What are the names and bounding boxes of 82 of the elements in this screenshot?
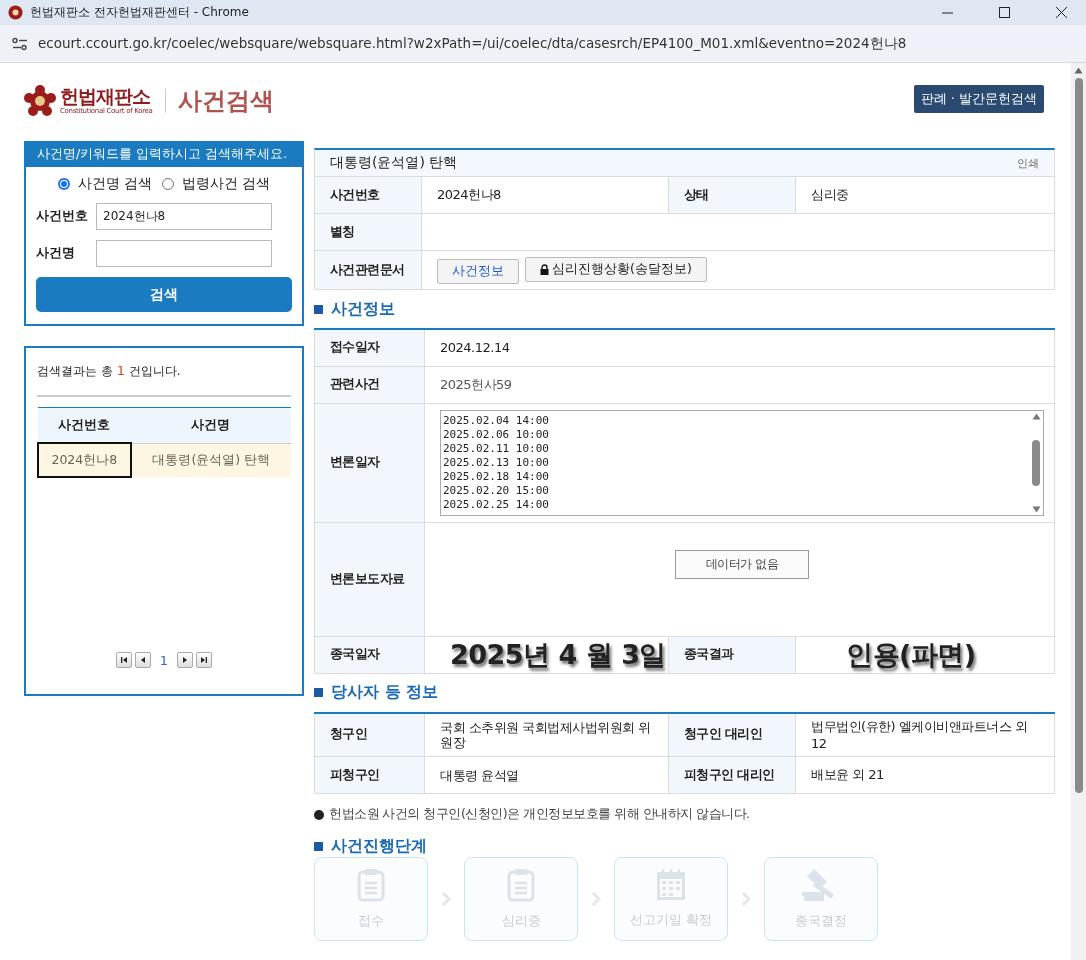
- hearing-date: 2025.02.18 14:00: [443, 469, 550, 484]
- first-page-icon[interactable]: [115, 652, 132, 668]
- case-number: 2024헌나8: [437, 187, 501, 202]
- no-data-notice: 데이터가 없음: [674, 549, 810, 579]
- search-mode-radio[interactable]: 법령사건 검색: [162, 175, 271, 193]
- document-button[interactable]: 사건정보: [437, 258, 519, 284]
- receipt-date: 2024.12.14: [440, 340, 510, 356]
- hearing-date: 2025.02.06 10:00: [443, 427, 550, 442]
- decision-result: 인용(파면): [846, 638, 976, 670]
- hearing-date: 2025.02.13 10:00: [443, 455, 550, 470]
- row-label: 사건번호: [314, 176, 422, 214]
- document-button[interactable]: 심리진행상황(송달정보): [525, 256, 707, 282]
- square-bullet-icon: [314, 688, 323, 697]
- row-label: 별칭: [314, 213, 422, 251]
- search-button[interactable]: 검색: [36, 277, 292, 312]
- lock-icon: [540, 263, 549, 275]
- chevron-right-icon: [591, 891, 601, 907]
- scrollbar-thumb[interactable]: [1032, 439, 1040, 486]
- case-title: 대통령(윤석열) 탄핵: [330, 154, 458, 172]
- precedent-search-button[interactable]: 판례 · 발간문헌검색: [913, 85, 1044, 113]
- clipboard-icon: [357, 868, 385, 902]
- result-cell[interactable]: 2024헌나8: [38, 443, 131, 477]
- privacy-note: 헌법소원 사건의 청구인(신청인)은 개인정보보호를 위해 안내하지 않습니다.: [329, 806, 750, 823]
- next-page-icon[interactable]: [177, 652, 194, 668]
- result-cell[interactable]: 대통령(윤석열) 탄핵: [130, 443, 291, 477]
- row-label: 접수일자: [314, 329, 425, 366]
- search-instruction: 사건명/키워드를 입력하시고 검색해주세요.: [26, 141, 302, 167]
- row-label: 사건관련문서: [314, 250, 422, 290]
- court-emblem-icon: [24, 85, 56, 117]
- hearing-date: 2025.02.11 10:00: [443, 441, 550, 456]
- scroll-up-icon[interactable]: [1031, 412, 1041, 420]
- hearing-date: 2025.02.04 14:00: [443, 413, 550, 428]
- related-case-link[interactable]: 2025헌사59: [440, 376, 512, 392]
- row-label: 피청구인 대리인: [668, 756, 796, 794]
- section-heading: 당사자 등 정보: [331, 682, 439, 703]
- site-settings-icon[interactable]: [12, 36, 28, 51]
- page-number[interactable]: 1: [159, 652, 169, 668]
- party-agent: 배보윤 외 21: [811, 767, 884, 782]
- last-page-icon[interactable]: [196, 652, 213, 668]
- logo-text: 헌법재판소: [60, 87, 151, 106]
- chevron-right-icon: [441, 891, 451, 907]
- row-label: 상태: [668, 176, 796, 214]
- party-name: 대통령 윤석열: [440, 767, 519, 783]
- page-title: 사건검색: [177, 86, 275, 117]
- input-field[interactable]: 2024헌나8: [96, 203, 272, 230]
- hearing-date: 2025.02.25 14:00: [443, 497, 550, 512]
- scroll-down-icon[interactable]: [1031, 505, 1041, 513]
- court-emblem-icon: [8, 5, 23, 20]
- row-label: 변론일자: [314, 403, 425, 522]
- row-label: 관련사건: [314, 366, 425, 403]
- bullet-icon: [314, 809, 324, 820]
- scroll-up-icon[interactable]: [1074, 67, 1083, 74]
- square-bullet-icon: [314, 304, 323, 314]
- clipboard-icon: [507, 868, 535, 902]
- decision-date: 2025년 4 월 3일: [450, 638, 666, 670]
- row-label: 청구인 대리인: [668, 712, 796, 757]
- result-summary: 검색결과는 총 1 건입니다.: [37, 364, 181, 378]
- window-title: 헌법재판소 전자헌법재판센터 - Chrome: [30, 4, 250, 21]
- search-mode-radio[interactable]: 사건명 검색: [57, 175, 152, 193]
- square-bullet-icon: [314, 841, 323, 851]
- column-header: 사건명: [130, 407, 291, 443]
- hearing-date: 2025.02.20 15:00: [443, 483, 550, 498]
- field-label: 사건번호: [36, 208, 89, 225]
- chevron-right-icon: [741, 891, 751, 907]
- party-name: 국회 소추위원 국회법제사법위원회 위원장: [440, 719, 651, 750]
- party-agent: 법무법인(유한) 엘케이비앤파트너스 외 12: [811, 719, 1028, 752]
- hearing-date-list[interactable]: 2025.02.04 14:00 2025.02.06 10:00 2025.02.11 10:00 2025.02.13 10:00 2025.02.18 14:00 2025.02.20 15:00 2025.02.25 14:00: [440, 409, 1044, 516]
- row-label: 피청구인: [314, 756, 425, 794]
- row-label: 청구인: [314, 712, 425, 757]
- field-label: 사건명: [36, 245, 76, 262]
- case-status: 심리중: [811, 187, 849, 202]
- row-label: 종국결과: [668, 636, 796, 673]
- input-field[interactable]: [96, 240, 272, 267]
- previous-page-icon[interactable]: [134, 652, 151, 668]
- section-heading: 사건정보: [331, 298, 395, 320]
- row-label: 변론보도자료: [314, 522, 425, 636]
- calendar-icon: [656, 869, 686, 901]
- section-heading: 사건진행단계: [331, 835, 427, 857]
- print-link[interactable]: 인쇄: [1017, 155, 1039, 171]
- row-label: 종국일자: [314, 636, 425, 673]
- column-header: 사건번호: [38, 407, 131, 443]
- scrollbar-thumb[interactable]: [1074, 78, 1083, 793]
